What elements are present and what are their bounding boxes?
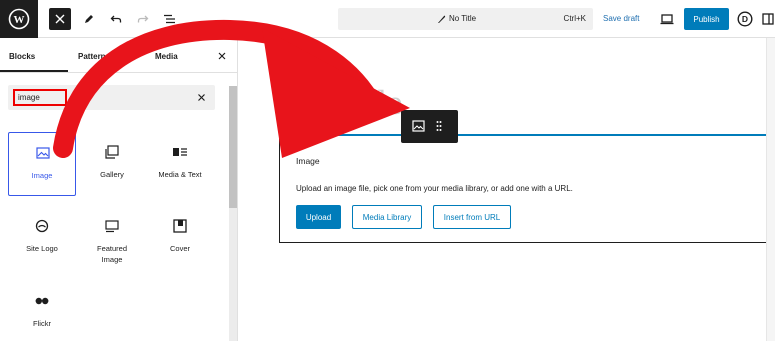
settings-button[interactable]	[757, 8, 775, 30]
pencil-icon	[85, 15, 93, 23]
redo-button[interactable]	[132, 8, 154, 30]
block-toolbar	[401, 110, 458, 143]
sidebar-toggle-icon	[762, 13, 774, 25]
site-logo-icon	[35, 219, 49, 233]
tab-patterns[interactable]: Patterns	[78, 52, 110, 61]
tab-blocks[interactable]: Blocks	[9, 52, 35, 61]
image-icon	[36, 147, 50, 159]
close-icon	[55, 14, 65, 24]
block-label: Gallery	[100, 170, 124, 179]
insert-from-url-button[interactable]: Insert from URL	[433, 205, 511, 229]
tools-button[interactable]	[78, 8, 100, 30]
svg-text:D: D	[742, 14, 748, 24]
clear-search-icon[interactable]	[198, 94, 205, 101]
undo-icon	[110, 15, 122, 23]
image-icon[interactable]	[412, 120, 425, 132]
editor-header: W No Title Ctrl+K Save draft Publish D	[0, 0, 775, 38]
image-block-placeholder[interactable]: Image Upload an image file, pick one fro…	[279, 134, 772, 243]
flickr-icon	[35, 297, 49, 305]
search-input[interactable]: image	[13, 89, 67, 106]
block-item-gallery[interactable]: Gallery	[78, 132, 146, 196]
feather-icon	[438, 15, 446, 23]
wordpress-logo-icon[interactable]: W	[0, 0, 38, 38]
preview-button[interactable]	[656, 8, 678, 30]
redo-icon	[137, 15, 149, 23]
media-library-button[interactable]: Media Library	[352, 205, 422, 229]
block-label: Cover	[169, 244, 190, 253]
image-block-description: Upload an image file, pick one from your…	[296, 184, 573, 193]
close-panel-icon[interactable]	[218, 52, 226, 60]
drag-handle-icon[interactable]	[436, 120, 442, 132]
cover-icon	[173, 219, 187, 233]
save-draft-button[interactable]: Save draft	[603, 14, 639, 23]
active-tab-indicator	[0, 70, 68, 72]
media-text-icon	[173, 148, 187, 156]
list-view-icon	[163, 14, 175, 24]
block-item-image[interactable]: Image	[8, 132, 76, 196]
block-label: Site Logo	[26, 244, 58, 253]
block-item-media-text[interactable]: Media & Text	[146, 132, 214, 196]
document-overview-button[interactable]	[158, 8, 180, 30]
publish-button[interactable]: Publish	[684, 8, 729, 30]
panel-scrollbar-thumb[interactable]	[229, 86, 237, 208]
close-inserter-button[interactable]	[49, 8, 71, 30]
block-label: Media & Text	[158, 170, 202, 179]
block-label: Flickr	[33, 319, 51, 328]
undo-button[interactable]	[105, 8, 127, 30]
divi-logo-icon: D	[737, 11, 753, 27]
block-item-cover[interactable]: Cover	[146, 206, 214, 270]
featured-image-icon	[105, 220, 119, 233]
inserter-tabs: Blocks Patterns Media	[0, 38, 238, 73]
block-label: Image	[31, 171, 53, 180]
image-block-title: Image	[296, 156, 320, 166]
tab-media[interactable]: Media	[155, 52, 178, 61]
post-title[interactable]: Add title	[279, 83, 402, 123]
block-item-flickr[interactable]: Flickr	[8, 281, 76, 345]
desktop-icon	[660, 13, 674, 24]
gallery-icon	[105, 145, 119, 159]
editor-scrollbar[interactable]	[766, 38, 775, 341]
divi-button[interactable]: D	[734, 8, 756, 30]
document-title-bar[interactable]: No Title Ctrl+K	[338, 8, 593, 30]
document-title: No Title	[449, 14, 477, 23]
upload-button[interactable]: Upload	[296, 205, 341, 229]
block-item-featured-image[interactable]: Featured Image	[78, 206, 146, 270]
block-search-field[interactable]: image	[8, 85, 215, 110]
block-inserter-panel: Blocks Patterns Media image Image Galler…	[0, 38, 238, 341]
command-shortcut: Ctrl+K	[563, 14, 586, 23]
block-item-site-logo[interactable]: Site Logo	[8, 206, 76, 270]
block-label: Featured Image	[96, 244, 128, 264]
svg-text:W: W	[14, 14, 25, 26]
